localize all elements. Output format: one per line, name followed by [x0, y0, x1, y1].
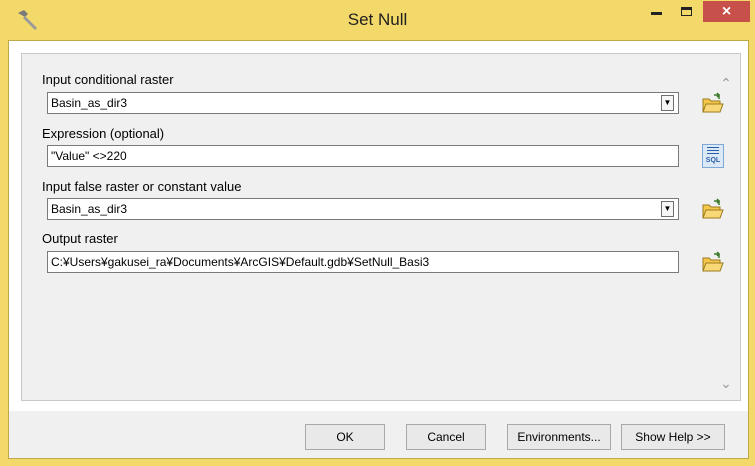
- scroll-down-icon[interactable]: ⌄: [717, 376, 735, 390]
- open-folder-icon[interactable]: [700, 250, 725, 275]
- cancel-button[interactable]: Cancel: [406, 424, 486, 450]
- expression-input[interactable]: "Value" <>220: [47, 145, 679, 167]
- input-false-raster-value: Basin_as_dir3: [51, 202, 128, 216]
- output-raster-label: Output raster: [42, 231, 118, 246]
- sql-builder-button[interactable]: SQL: [702, 144, 724, 168]
- scroll-up-icon[interactable]: ⌃: [717, 76, 735, 90]
- ok-button[interactable]: OK: [305, 424, 385, 450]
- input-conditional-raster-label: Input conditional raster: [42, 72, 174, 87]
- dialog-body: ⌃ ⌄ Input conditional raster Basin_as_di…: [8, 40, 749, 459]
- minimize-icon[interactable]: [641, 1, 671, 22]
- parameters-panel: ⌃ ⌄ Input conditional raster Basin_as_di…: [21, 53, 741, 401]
- sql-label: SQL: [705, 157, 721, 164]
- close-icon[interactable]: ×: [703, 1, 750, 22]
- input-conditional-raster-dropdown[interactable]: Basin_as_dir3 ▼: [47, 92, 679, 114]
- output-raster-input[interactable]: C:¥Users¥gakusei_ra¥Documents¥ArcGIS¥Def…: [47, 251, 679, 273]
- open-folder-icon[interactable]: [700, 91, 725, 116]
- chevron-down-icon[interactable]: ▼: [661, 201, 674, 217]
- title-bar[interactable]: Set Null ×: [0, 0, 755, 40]
- open-folder-icon[interactable]: [700, 197, 725, 222]
- input-false-raster-label: Input false raster or constant value: [42, 179, 242, 194]
- maximize-icon[interactable]: [672, 1, 701, 22]
- chevron-down-icon[interactable]: ▼: [661, 95, 674, 111]
- input-conditional-raster-value: Basin_as_dir3: [51, 96, 128, 110]
- expression-label: Expression (optional): [42, 126, 165, 141]
- environments-button[interactable]: Environments...: [507, 424, 611, 450]
- input-false-raster-dropdown[interactable]: Basin_as_dir3 ▼: [47, 198, 679, 220]
- button-bar: OK Cancel Environments... Show Help >>: [9, 411, 748, 458]
- show-help-button[interactable]: Show Help >>: [621, 424, 725, 450]
- set-null-dialog: Set Null × ⌃ ⌄ Input conditional raster …: [0, 0, 755, 466]
- sql-icon: [707, 147, 719, 155]
